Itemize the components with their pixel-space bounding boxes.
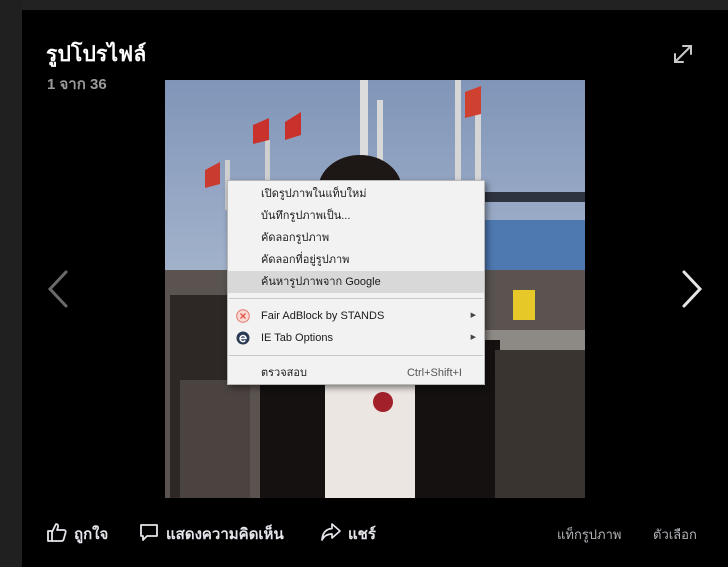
next-photo-button[interactable] — [674, 264, 708, 314]
options-link[interactable]: ตัวเลือก — [653, 524, 697, 545]
menu-separator — [229, 298, 483, 299]
submenu-arrow-icon: ▶ — [470, 312, 476, 319]
menu-separator — [229, 355, 483, 356]
menu-item-label: บันทึกรูปภาพเป็น... — [261, 210, 351, 222]
photo-action-bar: ถูกใจ แสดงความคิดเห็น แชร์ แท็กรูปภาพ ตั… — [22, 515, 728, 549]
menu-item-label: คัดลอกรูปภาพ — [261, 232, 330, 244]
menu-item-save-image-as[interactable]: บันทึกรูปภาพเป็น... — [228, 205, 484, 227]
menu-item-label: คัดลอกที่อยู่รูปภาพ — [261, 254, 350, 266]
menu-item-label: ตรวจสอบ — [261, 367, 307, 379]
photo-counter: 1 จาก 36 — [47, 76, 107, 93]
photo-viewer: รูปโปรไฟล์ 1 จาก 36 เปิดรูปภาพในแท็บใหม่… — [22, 10, 728, 567]
chevron-right-icon — [682, 270, 703, 308]
ie-tab-icon — [236, 331, 250, 345]
context-menu: เปิดรูปภาพในแท็บใหม่ บันทึกรูปภาพเป็น...… — [227, 180, 485, 385]
comment-label: แสดงความคิดเห็น — [166, 526, 284, 543]
like-button[interactable]: ถูกใจ — [46, 519, 116, 545]
thumbs-up-icon — [47, 523, 67, 542]
stands-shield-icon — [236, 309, 250, 323]
like-label: ถูกใจ — [74, 526, 109, 543]
share-label: แชร์ — [348, 526, 376, 543]
submenu-arrow-icon: ▶ — [470, 334, 476, 341]
menu-item-label: ค้นหารูปภาพจาก Google — [261, 276, 381, 288]
menu-item-open-image-new-tab[interactable]: เปิดรูปภาพในแท็บใหม่ — [228, 183, 484, 205]
backdrop-top-strip — [0, 0, 728, 10]
share-icon — [321, 523, 341, 541]
menu-item-label: เปิดรูปภาพในแท็บใหม่ — [261, 188, 367, 200]
comment-icon — [140, 524, 158, 541]
album-title: รูปโปรไฟล์ — [46, 43, 147, 66]
menu-item-ie-tab-options[interactable]: IE Tab Options ▶ — [228, 327, 484, 349]
comment-button[interactable]: แสดงความคิดเห็น — [138, 519, 298, 545]
chevron-left-icon — [47, 270, 68, 308]
menu-item-search-google[interactable]: ค้นหารูปภาพจาก Google — [228, 271, 484, 293]
menu-shortcut: Ctrl+Shift+I — [406, 367, 462, 379]
menu-item-label: IE Tab Options — [261, 332, 333, 344]
expand-icon — [674, 45, 692, 63]
backdrop-left-strip — [0, 0, 22, 567]
menu-item-fair-adblock[interactable]: Fair AdBlock by STANDS ▶ — [228, 305, 484, 327]
menu-item-copy-image[interactable]: คัดลอกรูปภาพ — [228, 227, 484, 249]
menu-item-inspect[interactable]: ตรวจสอบ Ctrl+Shift+I — [228, 362, 484, 384]
menu-item-label: Fair AdBlock by STANDS — [261, 310, 385, 322]
fullscreen-button[interactable] — [670, 41, 696, 67]
share-button[interactable]: แชร์ — [320, 519, 382, 545]
menu-item-copy-image-address[interactable]: คัดลอกที่อยู่รูปภาพ — [228, 249, 484, 271]
tag-photo-link[interactable]: แท็กรูปภาพ — [557, 524, 622, 545]
previous-photo-button[interactable] — [42, 264, 76, 314]
